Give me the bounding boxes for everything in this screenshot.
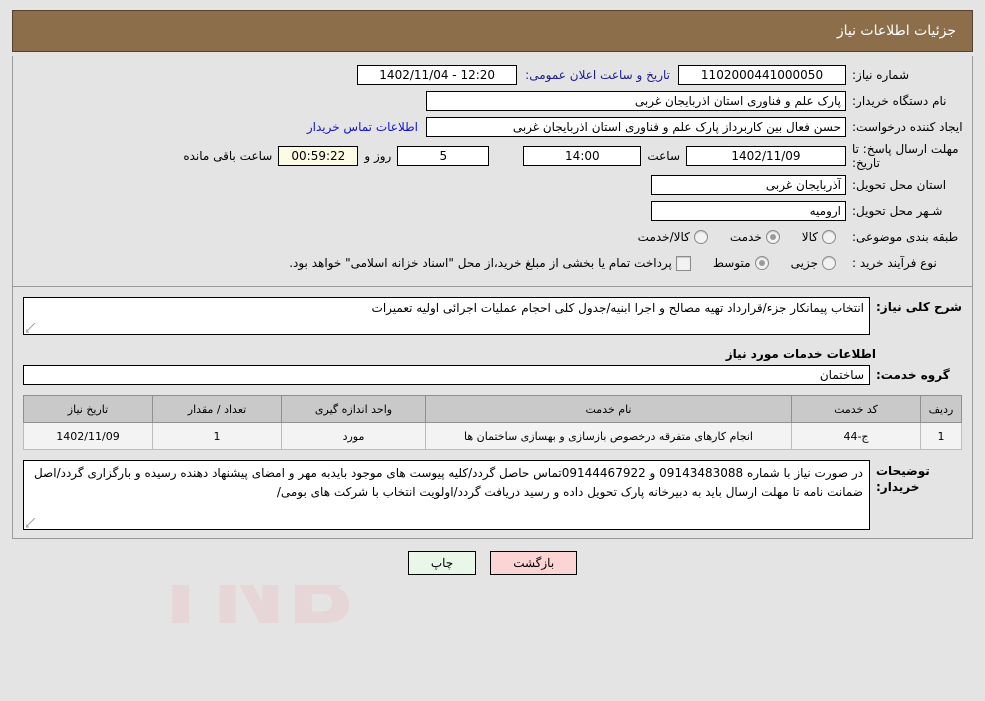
need-number-field[interactable]: 1102000441000050 (678, 65, 846, 85)
details-panel: شماره نیاز: 1102000441000050 تاریخ و ساع… (12, 56, 973, 539)
th-service-name: نام خدمت (425, 395, 792, 423)
cell-unit: مورد (281, 422, 426, 450)
th-need-date: تاریخ نیاز (23, 395, 153, 423)
treasury-bonds-label: پرداخت تمام یا بخشی از مبلغ خرید،از محل … (289, 256, 672, 270)
row-need-number: شماره نیاز: 1102000441000050 تاریخ و ساع… (21, 64, 964, 86)
row-request-creator: ایجاد کننده درخواست: حسن فعال بین کاربرد… (21, 116, 964, 138)
buyer-notes-section: توضیحات خریدار: در صورت نیاز با شماره 09… (13, 450, 972, 538)
row-buyer-org: نام دستگاه خریدار: پارک علم و فناوری است… (21, 90, 964, 112)
delivery-city-label: شـهر محل تحویل: (852, 203, 943, 218)
row-category: طبقه بندی موضوعی: کالا خدمت کالا/خدمت (21, 226, 964, 248)
request-creator-field[interactable]: حسن فعال بین کاربرداز پارک علم و فناوری … (426, 117, 846, 137)
category-radio-kala-khedmat[interactable] (693, 230, 708, 244)
print-button[interactable]: چاپ (407, 551, 477, 575)
th-unit: واحد اندازه گیری (281, 395, 426, 423)
table-row: 1 ج-44 انجام کارهای متفرقه درخصوص بازساز… (23, 422, 962, 450)
purchase-type-radio-motavasset-label: متوسط (712, 256, 751, 270)
deadline-label: مهلت ارسال پاسخ: تا تاریخ: (852, 142, 959, 170)
category-radio-kala[interactable] (822, 230, 836, 244)
delivery-city-field[interactable]: ارومیه (651, 201, 846, 221)
public-announce-field[interactable]: 12:20 - 1402/11/04 (357, 65, 518, 85)
table-header-row: ردیف کد خدمت نام خدمت واحد اندازه گیری ت… (23, 395, 962, 423)
treasury-bonds-checkbox[interactable] (675, 255, 691, 271)
deadline-days-label: روز و (364, 149, 392, 163)
buyer-notes-label: توضیحات خریدار: (876, 464, 930, 494)
category-label: طبقه بندی موضوعی: (852, 229, 959, 244)
resize-grip-icon[interactable] (26, 518, 36, 528)
need-number-label: شماره نیاز: (852, 67, 909, 82)
buyer-org-field[interactable]: پارک علم و فناوری استان اذربایجان غربی (426, 91, 846, 111)
description-section: شرح کلی نیاز: انتخاب پیمانکار جزء/قراردا… (13, 287, 972, 339)
row-delivery-city: شـهر محل تحویل: ارومیه (21, 200, 964, 222)
resize-grip-icon[interactable] (26, 323, 36, 333)
cell-quantity: 1 (152, 422, 282, 450)
purchase-type-label: نوع فرآیند خرید : (852, 255, 937, 270)
service-group-row: گروه خدمت: ساختمان (13, 365, 972, 395)
purchase-type-radio-jozei[interactable] (822, 256, 836, 270)
buyer-notes-value: در صورت نیاز با شماره 09143483088 و 0914… (33, 466, 863, 499)
description-label: شرح کلی نیاز: (876, 300, 962, 314)
countdown-field: 00:59:22 (278, 146, 359, 166)
services-table: ردیف کد خدمت نام خدمت واحد اندازه گیری ت… (23, 395, 962, 450)
cell-radif: 1 (920, 422, 962, 450)
th-radif: ردیف (920, 395, 962, 423)
buyer-org-label: نام دستگاه خریدار: (852, 93, 947, 108)
description-value: انتخاب پیمانکار جزء/قرارداد تهیه مصالح و… (371, 301, 864, 315)
purchase-type-radio-motavasset[interactable] (754, 256, 769, 270)
public-announce-label: تاریخ و ساعت اعلان عمومی: (525, 68, 670, 82)
description-textarea[interactable]: انتخاب پیمانکار جزء/قرارداد تهیه مصالح و… (23, 297, 870, 335)
back-button[interactable]: بازگشت (490, 551, 578, 575)
buyer-contact-link[interactable]: اطلاعات تماس خریدار (299, 120, 426, 134)
deadline-date-field[interactable]: 1402/11/09 (686, 146, 846, 166)
delivery-province-field[interactable]: آذربایجان غربی (651, 175, 846, 195)
footer-actions: بازگشت چاپ (0, 539, 985, 585)
service-group-field[interactable]: ساختمان (23, 365, 870, 385)
row-deadline: مهلت ارسال پاسخ: تا تاریخ: 1402/11/09 سا… (21, 142, 964, 170)
page-root: جزئیات اطلاعات نیاز شماره نیاز: 11020004… (0, 10, 985, 585)
page-title: جزئیات اطلاعات نیاز (836, 23, 956, 39)
cell-service-code: ج-44 (791, 422, 921, 450)
service-group-label: گروه خدمت: (876, 368, 950, 382)
request-creator-label: ایجاد کننده درخواست: (852, 119, 963, 134)
category-radio-kala-khedmat-label: کالا/خدمت (637, 230, 690, 244)
deadline-days-field[interactable]: 5 (397, 146, 490, 166)
deadline-time-field[interactable]: 14:00 (523, 146, 642, 166)
th-quantity: تعداد / مقدار (152, 395, 282, 423)
page-title-bar: جزئیات اطلاعات نیاز (12, 10, 973, 52)
th-service-code: کد خدمت (791, 395, 921, 423)
category-radio-khedmat[interactable] (765, 230, 780, 244)
cell-service-name: انجام کارهای متفرقه درخصوص بازسازی و بهس… (425, 422, 792, 450)
countdown-label: ساعت باقی مانده (183, 149, 273, 163)
row-delivery-province: استان محل تحویل: آذربایجان غربی (21, 174, 964, 196)
cell-need-date: 1402/11/09 (23, 422, 153, 450)
services-heading: اطلاعات خدمات مورد نیاز (725, 347, 876, 361)
delivery-province-label: استان محل تحویل: (852, 177, 947, 192)
services-table-wrap: ردیف کد خدمت نام خدمت واحد اندازه گیری ت… (13, 395, 972, 450)
deadline-time-label: ساعت (647, 149, 680, 163)
buyer-notes-textarea[interactable]: در صورت نیاز با شماره 09143483088 و 0914… (23, 460, 870, 530)
category-radio-khedmat-label: خدمت (729, 230, 762, 244)
top-form-section: شماره نیاز: 1102000441000050 تاریخ و ساع… (13, 56, 972, 282)
purchase-type-radio-jozei-label: جزیی (790, 256, 818, 270)
category-radio-kala-label: کالا (801, 230, 818, 244)
row-purchase-type: نوع فرآیند خرید : جزیی متوسط پرداخت تمام… (21, 252, 964, 274)
